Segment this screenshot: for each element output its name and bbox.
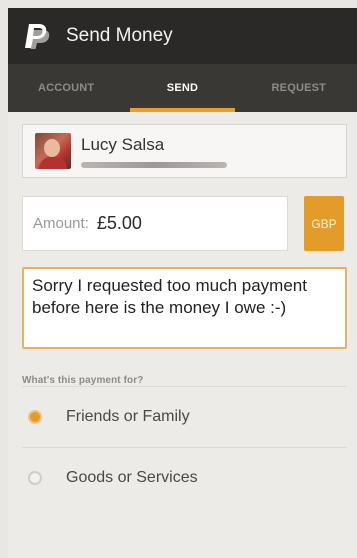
tab-send[interactable]: SEND	[124, 64, 240, 112]
recipient-name: Lucy Salsa	[81, 134, 165, 154]
option-friends-family[interactable]: Friends or Family	[22, 386, 347, 447]
tab-request[interactable]: REQUEST	[241, 64, 357, 112]
radio-selected-icon[interactable]	[28, 410, 42, 424]
app-bar: Send Money	[8, 8, 357, 64]
option-label: Friends or Family	[66, 408, 190, 425]
paypal-logo-icon[interactable]	[22, 21, 52, 51]
tab-bar: ACCOUNT SEND REQUEST	[8, 64, 357, 112]
page-title: Send Money	[66, 25, 173, 46]
send-money-screen: Send Money ACCOUNT SEND REQUEST Lucy Sal…	[8, 8, 357, 558]
send-form: Lucy Salsa Amount: £5.00 GBP Sorry I req…	[8, 112, 357, 508]
option-label: Goods or Services	[66, 469, 198, 486]
amount-value: £5.00	[96, 213, 142, 233]
avatar	[35, 133, 71, 169]
radio-unselected-icon[interactable]	[28, 471, 42, 485]
tab-account[interactable]: ACCOUNT	[8, 64, 124, 112]
currency-button[interactable]: GBP	[304, 196, 344, 251]
payment-purpose-label: What's this payment for?	[22, 375, 144, 386]
note-field[interactable]: Sorry I requested too much payment befor…	[22, 267, 347, 349]
recipient-card[interactable]: Lucy Salsa	[22, 124, 347, 178]
recipient-details: Lucy Salsa	[81, 135, 227, 168]
amount-row: Amount: £5.00 GBP	[22, 196, 351, 251]
option-goods-services[interactable]: Goods or Services	[22, 447, 347, 508]
recipient-email-blurred	[81, 161, 227, 168]
amount-field[interactable]: Amount: £5.00	[22, 196, 288, 251]
amount-label: Amount:	[33, 215, 89, 232]
